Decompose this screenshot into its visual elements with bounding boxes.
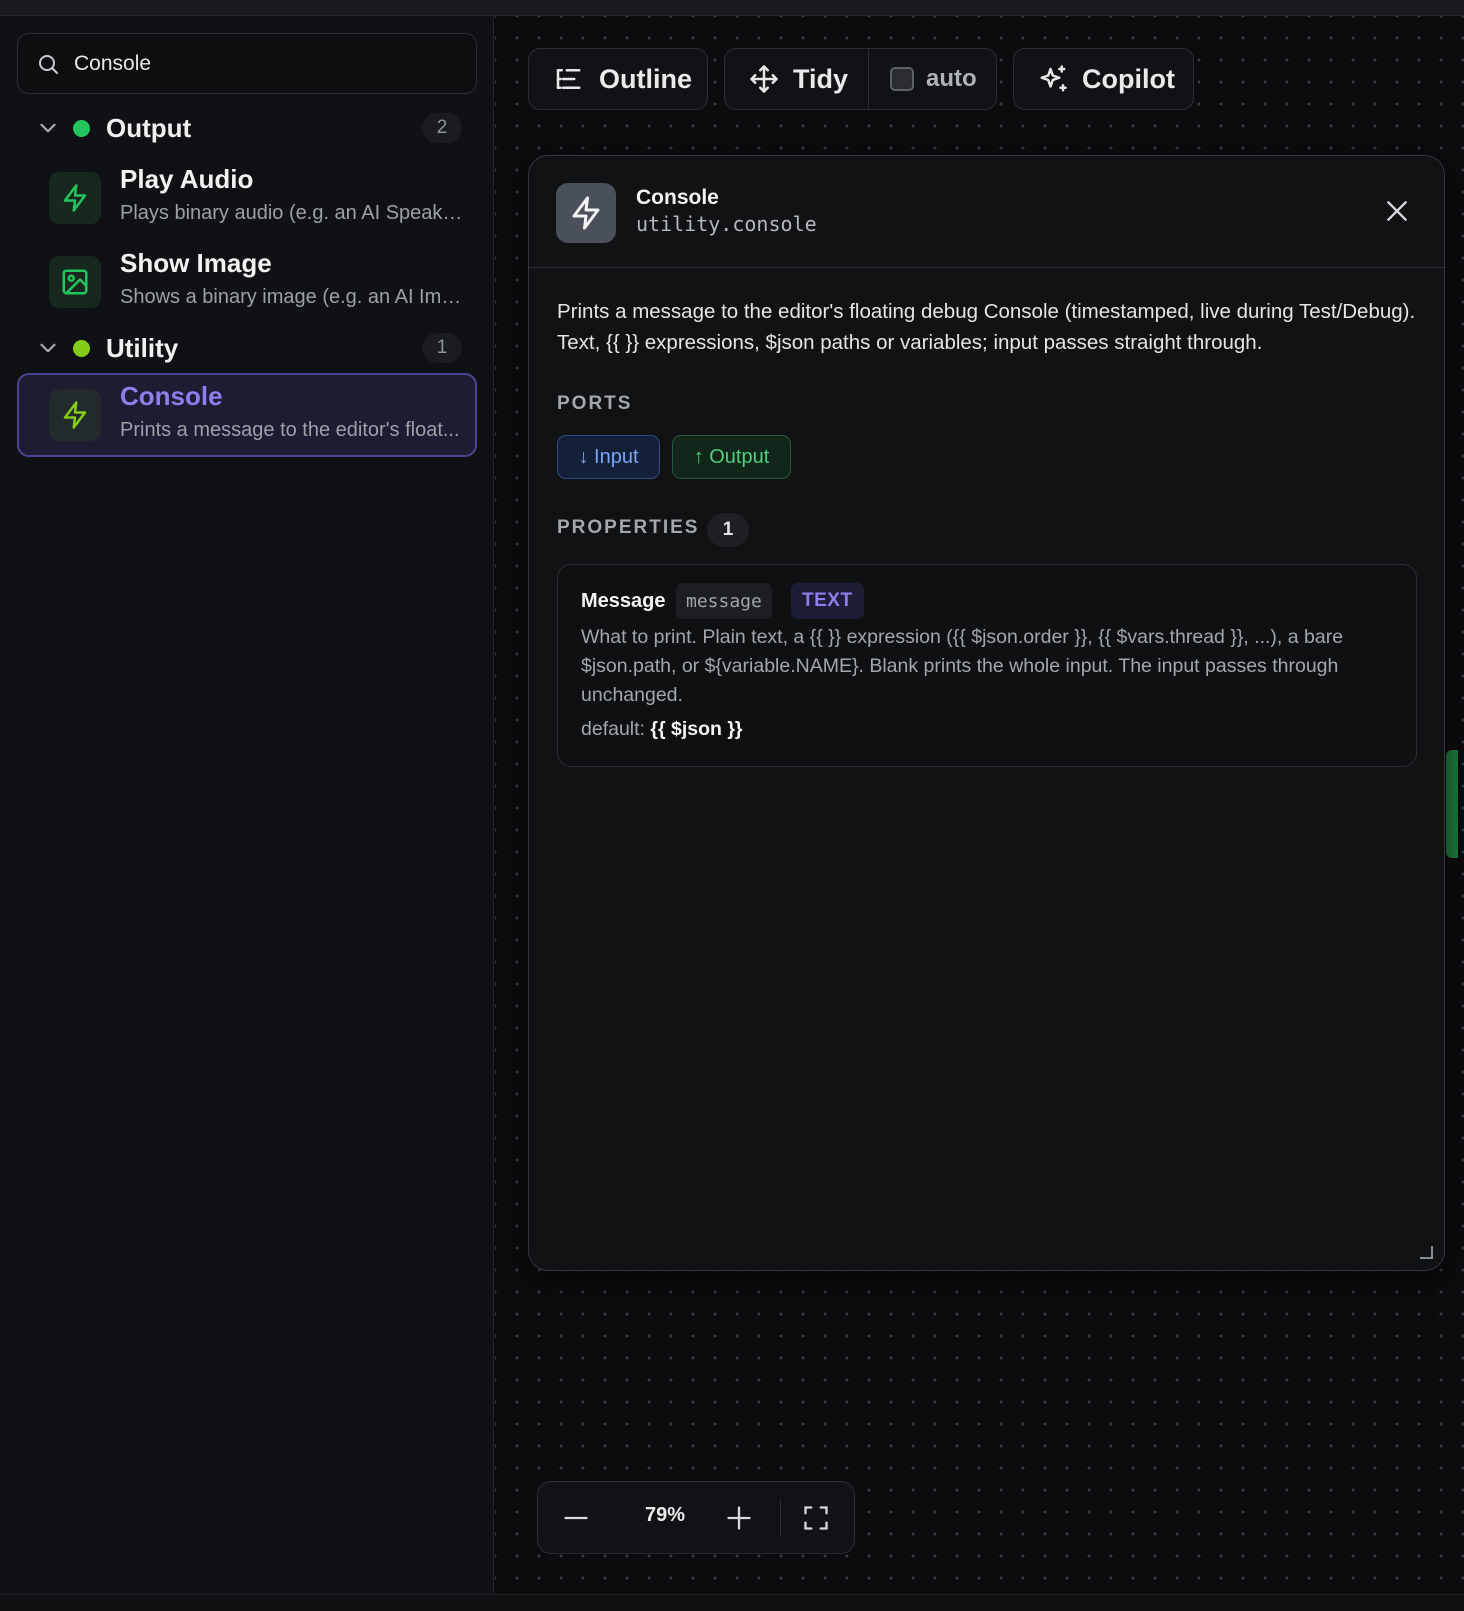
panel-node-type: utility.console (636, 212, 817, 236)
property-type-badge: TEXT (791, 583, 864, 619)
copilot-button[interactable]: Copilot (1013, 48, 1194, 110)
zoom-out-icon[interactable] (562, 1504, 590, 1532)
property-key: message (676, 583, 772, 619)
input-port-badge[interactable]: ↓ Input (557, 435, 660, 479)
node-icon (49, 256, 101, 308)
zoom-level: 79% (644, 1504, 686, 1526)
auto-label: auto (926, 65, 977, 92)
properties-heading: PROPERTIES (557, 517, 700, 538)
node-title: Play Audio (120, 164, 254, 194)
outline-button[interactable]: Outline (528, 48, 708, 110)
node-description: Plays binary audio (e.g. an AI Speak r..… (120, 202, 466, 224)
resize-handle-icon[interactable] (1418, 1244, 1434, 1260)
lightning-icon (572, 196, 600, 230)
default-label: default: (581, 718, 645, 740)
node-title: Show Image (120, 248, 272, 278)
node-item-console[interactable]: Console Prints a message to the editor's… (17, 373, 477, 457)
group-count: 1 (422, 333, 462, 363)
chevron-down-icon[interactable] (35, 335, 61, 361)
group-name: Output (106, 112, 192, 143)
property-default: default: {{ $json }} (581, 718, 743, 741)
property-name: Message (581, 590, 666, 612)
tidy-button[interactable]: Tidy (725, 49, 869, 109)
panel-description: Prints a message to the editor's floatin… (557, 300, 1416, 354)
search-box[interactable] (17, 33, 477, 94)
node-item-show-image[interactable]: Show Image Shows a binary image (e.g. an… (17, 240, 477, 324)
auto-toggle[interactable]: auto (869, 49, 977, 109)
node-description: Prints a message to the editor's float..… (120, 419, 460, 441)
auto-checkbox[interactable] (890, 67, 914, 91)
status-dot (73, 119, 90, 137)
canvas-node-edge[interactable] (1446, 750, 1458, 858)
move-icon (750, 65, 778, 93)
top-bar (0, 0, 1464, 16)
node-icon (49, 172, 101, 224)
node-details-panel: Console utility.console Prints a message… (528, 155, 1445, 1271)
copilot-label: Copilot (1082, 63, 1175, 94)
zoom-in-icon[interactable] (725, 1504, 753, 1532)
close-icon[interactable] (1384, 198, 1410, 224)
property-description: What to print. Plain text, a {{ }} expre… (581, 626, 1344, 706)
properties-count-badge: 1 (707, 513, 749, 547)
group-count: 2 (422, 113, 462, 143)
fit-view-icon[interactable] (802, 1504, 830, 1532)
chevron-down-icon[interactable] (35, 115, 61, 141)
image-icon (62, 269, 88, 295)
lightning-icon (63, 184, 87, 212)
outline-icon (556, 69, 581, 89)
panel-node-icon (556, 183, 616, 243)
zoom-controls: 79% (537, 1481, 855, 1554)
node-palette-sidebar: Output 2 Play Audio Plays binary audio (… (0, 16, 494, 1594)
node-description: Shows a binary image (e.g. an AI Ima... (120, 286, 466, 308)
node-icon (49, 389, 101, 441)
tidy-label: Tidy (793, 63, 849, 94)
node-item-play-audio[interactable]: Play Audio Plays binary audio (e.g. an A… (17, 156, 477, 240)
panel-header: Console utility.console (529, 156, 1444, 268)
group-utility[interactable]: Utility 1 (17, 326, 477, 370)
bottom-bar (0, 1594, 1464, 1611)
default-value: {{ $json }} (650, 718, 743, 740)
node-title: Console (120, 381, 223, 411)
panel-title: Console (636, 186, 719, 209)
output-port-badge[interactable]: ↑ Output (672, 435, 791, 479)
sparkles-icon (1040, 65, 1067, 92)
lightning-icon (63, 401, 87, 429)
group-output[interactable]: Output 2 (17, 106, 477, 150)
property-card-message: Message message TEXT What to print. Plai… (557, 564, 1417, 767)
search-input[interactable] (72, 50, 456, 77)
outline-label: Outline (599, 63, 692, 94)
group-name: Utility (106, 332, 179, 363)
zoom-divider (780, 1500, 781, 1537)
search-icon (39, 54, 58, 74)
status-dot (73, 339, 90, 357)
tidy-group: Tidy auto (724, 48, 997, 110)
ports-heading: PORTS (557, 393, 633, 414)
